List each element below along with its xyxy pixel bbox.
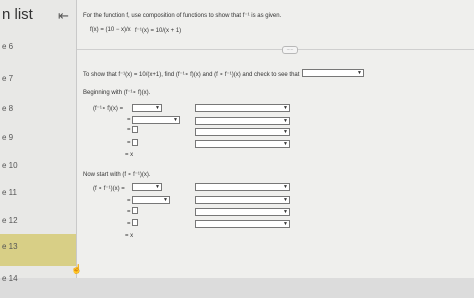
eq-x: = x	[125, 233, 134, 239]
sidebar-item-label: e 8	[2, 104, 14, 113]
chevron-down-icon: ▼	[283, 141, 288, 147]
chevron-down-icon: ▼	[283, 105, 288, 111]
chevron-down-icon: ▼	[155, 105, 160, 111]
hand-cursor-icon: ☝	[71, 264, 83, 274]
chevron-down-icon: ▼	[283, 118, 288, 124]
sidebar-item-label: e 14	[2, 274, 18, 283]
chevron-down-icon: ▼	[155, 184, 160, 190]
part2-dropdown-4[interactable]: ▼	[195, 196, 290, 204]
sidebar-item-label: e 9	[2, 133, 14, 142]
answer-box[interactable]	[132, 207, 138, 214]
chevron-down-icon: ▼	[283, 184, 288, 190]
eq-sign: =	[127, 198, 131, 204]
part1-dropdown-3[interactable]: ▼	[132, 116, 180, 124]
part2-dropdown-1[interactable]: ▼	[132, 183, 162, 191]
chevron-down-icon: ▼	[163, 197, 168, 203]
chevron-down-icon: ▼	[173, 117, 178, 123]
collapse-left-icon[interactable]: ⇤	[58, 8, 69, 24]
eq-sign: =	[127, 117, 131, 123]
chevron-down-icon: ▼	[283, 221, 288, 227]
sidebar-item[interactable]: e 8	[0, 96, 76, 128]
divider	[77, 49, 474, 50]
eq-sign: =	[127, 140, 131, 146]
part2-dropdown-3[interactable]: ▼	[132, 196, 170, 204]
chevron-down-icon: ▼	[283, 129, 288, 135]
sidebar-item-label: e 11	[2, 188, 17, 197]
sidebar-item[interactable]: e 7	[0, 66, 76, 98]
eq-sign: =	[127, 209, 131, 215]
part1-intro: Beginning with (f⁻¹∘ f)(x).	[83, 90, 151, 96]
part1-dropdown-2[interactable]: ▼	[195, 104, 290, 112]
chevron-down-icon: ▼	[283, 197, 288, 203]
sidebar-item-label: e 13	[2, 242, 18, 251]
given-f: f(x) = (10 − x)/x	[90, 27, 131, 33]
sidebar-item-label: e 7	[2, 74, 14, 83]
eq-sign: =	[127, 221, 131, 227]
eq-x: = x	[125, 152, 134, 158]
part1-dropdown-6[interactable]: ▼	[195, 140, 290, 148]
part1-lhs: (f⁻¹∘ f)(x) =	[93, 106, 124, 112]
show-that-text: To show that f⁻¹(x) = 10/(x+1), find (f⁻…	[83, 72, 300, 78]
part1-dropdown-5[interactable]: ▼	[195, 128, 290, 136]
sidebar-item[interactable]: e 6	[0, 34, 76, 66]
question-panel: For the function f, use composition of f…	[77, 0, 474, 278]
given-finv: f⁻¹(x) = 10/(x + 1)	[135, 28, 182, 34]
sidebar-item-label: e 10	[2, 161, 18, 170]
part2-lhs: (f ∘ f⁻¹)(x) =	[93, 186, 125, 192]
answer-box[interactable]	[132, 219, 138, 226]
part2-dropdown-6[interactable]: ▼	[195, 220, 290, 228]
part2-dropdown-5[interactable]: ▼	[195, 208, 290, 216]
answer-box[interactable]	[132, 126, 138, 133]
sidebar-item-active[interactable]: e 13	[0, 234, 76, 266]
part1-dropdown-4[interactable]: ▼	[195, 117, 290, 125]
chevron-down-icon: ▼	[283, 209, 288, 215]
answer-box[interactable]	[132, 139, 138, 146]
question-prompt: For the function f, use composition of f…	[83, 13, 282, 19]
sidebar-item-label: e 6	[2, 42, 14, 51]
sidebar-item[interactable]: e 14	[0, 266, 76, 298]
part2-intro: Now start with (f ∘ f⁻¹)(x).	[83, 172, 151, 178]
chevron-down-icon: ▼	[357, 70, 362, 76]
check-dropdown[interactable]: ▼	[302, 69, 364, 77]
part1-dropdown-1[interactable]: ▼	[132, 104, 162, 112]
more-dots-icon[interactable]: .....	[282, 46, 298, 54]
part2-dropdown-2[interactable]: ▼	[195, 183, 290, 191]
sidebar-title: n list	[2, 6, 33, 23]
sidebar-item-label: e 12	[2, 216, 18, 225]
eq-sign: =	[127, 127, 131, 133]
sidebar: n list ⇤ e 6 e 7 e 8 e 9 e 10 e 11 e 12 …	[0, 0, 77, 283]
